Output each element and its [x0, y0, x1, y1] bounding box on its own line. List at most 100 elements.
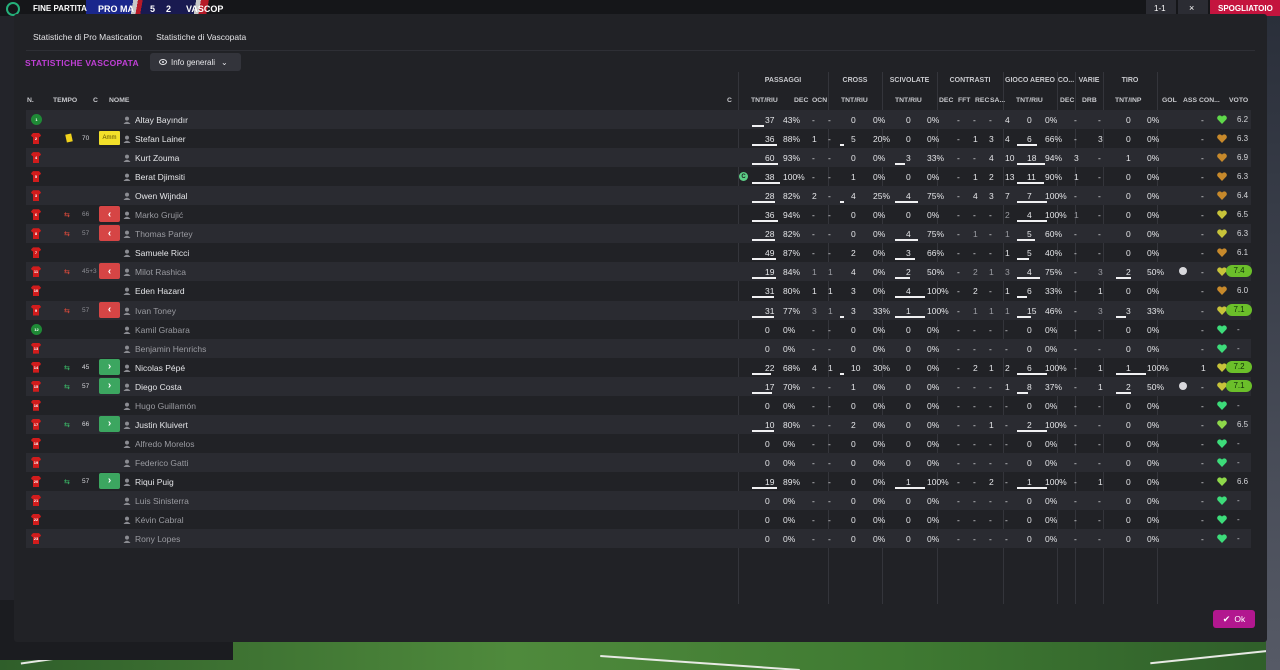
tab-vascopata[interactable]: Statistiche di Vascopata: [149, 28, 254, 51]
col-aer-tnt[interactable]: TNT/RIU: [1016, 97, 1043, 104]
col-pass-ocn[interactable]: OCN: [812, 97, 827, 104]
player-name[interactable]: Alfredo Morelos: [135, 439, 195, 449]
table-row[interactable]: 11 ⇆ 45+3 ‹ Milot Rashica 19 84% 1 1 4 0% 2 50% -2 1 3 4…: [26, 262, 1252, 282]
table-row[interactable]: 21 Luis Sinisterra 0 0% - - 0 0% 0 0% - - - - 0 0% - - 0 0%…: [26, 491, 1251, 510]
shirt-number: 20: [33, 478, 39, 484]
stat-sp: 0%: [927, 115, 940, 125]
player-name[interactable]: Diego Costa: [135, 382, 182, 392]
player-name[interactable]: Kurt Zouma: [135, 153, 179, 163]
table-row[interactable]: 7 Samuele Ricci 49 87% - -2 0% 3 66% - - -1 5 40% - -0 0…: [26, 243, 1251, 262]
player-name[interactable]: Rony Lopes: [135, 534, 180, 544]
player-name[interactable]: Kévin Cabral: [135, 515, 184, 525]
col-ass[interactable]: ASS: [1183, 97, 1197, 104]
rating-value: -: [1237, 438, 1240, 448]
stat-rec: 3: [989, 191, 994, 202]
col-con-sa[interactable]: SA...: [990, 97, 1005, 104]
shirt-icon: 18: [31, 437, 41, 449]
player-name[interactable]: Luis Sinisterra: [135, 496, 189, 506]
col-con-fft[interactable]: FFT: [958, 97, 970, 104]
table-row[interactable]: 17 ⇆ 66 › Justin Kluivert 10 80% - -2 0% 0 0% - -1-2 1…: [26, 414, 1251, 434]
stat-bar: [752, 391, 772, 394]
stat-sa: -: [1005, 476, 1008, 487]
player-name[interactable]: Ivan Toney: [135, 306, 176, 316]
table-row[interactable]: 22 Kévin Cabral 0 0% - - 0 0% 0 0% - - - - 0 0% - - 0 0% - -: [26, 510, 1251, 529]
stat-ct: 0: [851, 400, 856, 411]
table-row[interactable]: 18 Alfredo Morelos 0 0% - - 0 0% 0 0% - - - - 0 0% - - 0 0%…: [26, 434, 1251, 453]
table-row[interactable]: 19 Federico Gatti 0 0% - - 0 0% 0 0% - - - - 0 0% - - 0 0% -…: [26, 452, 1251, 472]
player-name[interactable]: Nicolas Pépé: [135, 363, 185, 373]
table-row[interactable]: 3 Owen Wijndal 28 82% 2-4 25% 4 75% -4 3 7 7 100% - -0…: [26, 186, 1251, 206]
stat-pt: 38: [765, 172, 775, 183]
col-n[interactable]: N.: [27, 97, 34, 104]
col-c2[interactable]: C: [727, 97, 732, 104]
stat-pp: 0%: [783, 515, 796, 526]
tab-pro-mastication[interactable]: Statistiche di Pro Mastication: [26, 28, 149, 51]
col-cross-tnt[interactable]: TNT/RIU: [841, 97, 868, 104]
stat-ap: 66%: [1045, 134, 1063, 145]
stat-rec: -: [989, 343, 992, 354]
table-row[interactable]: 20 ⇆ 57 › Riqui Puig 19 89% - -0 0% 1 100% - -2-1 100%…: [26, 472, 1251, 491]
table-row[interactable]: 23 Rony Lopes 0 0% - - 0 0% 0 0% - - - - 0 0% - - 0 0% - -: [26, 529, 1251, 549]
col-tempo[interactable]: TEMPO: [53, 97, 77, 104]
col-nome[interactable]: NOME: [109, 97, 129, 104]
col-pass-dec[interactable]: DEC: [794, 97, 808, 104]
player-name[interactable]: Kamil Grabara: [135, 325, 190, 335]
table-row[interactable]: 10 Eden Hazard 31 80% 1 1 3 0% 4 100% -2-1 6 33% -1 0 0…: [26, 281, 1251, 300]
player-name[interactable]: Altay Bayındır: [135, 115, 188, 125]
col-con[interactable]: CON...: [1199, 97, 1220, 104]
minute-label: 57: [82, 230, 90, 238]
col-var-drb[interactable]: DRB: [1082, 97, 1097, 104]
info-dropdown[interactable]: Info generali ⌄: [150, 53, 241, 71]
stat-tp: 0%: [1147, 534, 1160, 545]
stat-at: 6: [1027, 134, 1032, 145]
player-name[interactable]: Owen Wijndal: [135, 191, 187, 201]
table-row[interactable]: 12 Kamil Grabara 0 0% - - 0 0% 0 0% - - - - 0 0% - - 0 0% - -: [26, 320, 1251, 339]
player-name[interactable]: Hugo Guillamón: [135, 401, 196, 411]
player-name[interactable]: Eden Hazard: [135, 286, 185, 296]
table-row[interactable]: 6 ⇆ 66 ‹ Marko Grujić 36 94% - -0 0% 0 0% - - -2 4 100% 1…: [26, 205, 1251, 224]
stat-st: 2: [906, 267, 911, 278]
stat-st: 0: [906, 534, 911, 545]
col-voto[interactable]: VOTO: [1229, 97, 1248, 104]
table-row[interactable]: 15 ⇆ 57 › Diego Costa 17 70% - -1 0% 0 0% - - -1 8 37% -1…: [26, 376, 1252, 396]
table-row[interactable]: 13 Benjamin Henrichs 0 0% - - 0 0% 0 0% - - - - 0 0% - - 0…: [26, 338, 1251, 358]
col-c[interactable]: C: [93, 97, 98, 104]
player-name[interactable]: Berat Djimsiti: [135, 172, 185, 182]
col-con-dec[interactable]: DEC: [939, 97, 953, 104]
player-name[interactable]: Stefan Lainer: [135, 134, 186, 144]
col-tiro-tnt[interactable]: TNT/INP: [1115, 97, 1141, 104]
player-name[interactable]: Benjamin Henrichs: [135, 344, 206, 354]
col-co-dec[interactable]: DEC: [1060, 97, 1074, 104]
stat-tp: 0%: [1147, 229, 1160, 240]
player-name[interactable]: Thomas Partey: [135, 229, 193, 239]
table-row[interactable]: 14 ⇆ 45 › Nicolas Pépé 22 68% 4 1 10 30% 0 0% -2 1 2 6 10…: [26, 358, 1252, 377]
player-name[interactable]: Marko Grujić: [135, 210, 183, 220]
stat-at: 0: [1027, 343, 1032, 354]
stat-ap: 0%: [1045, 496, 1058, 506]
table-row[interactable]: 16 Hugo Guillamón 0 0% - - 0 0% 0 0% - - - - 0 0% - - 0 0% -…: [26, 396, 1251, 415]
stat-pd: -: [812, 343, 815, 354]
player-name[interactable]: Milot Rashica: [135, 267, 186, 277]
table-row[interactable]: 9 ⇆ 57 ‹ Ivan Toney 31 77% 3 1 3 33% 1 100% -1 1 1 15 46%…: [26, 300, 1252, 320]
stat-ass: -: [1201, 286, 1204, 297]
table-row[interactable]: 1 Altay Bayındır 37 43% - - 0 0% 0 0% - - - 4 0 0% - - 0 0%…: [26, 110, 1251, 129]
ok-button[interactable]: ✔ Ok: [1213, 610, 1255, 628]
table-row[interactable]: 2 70 Amm Stefan Lainer 36 88% 1-5 20% 0 0% -1 3 4 6 66…: [26, 129, 1251, 148]
table-row[interactable]: 4 Kurt Zouma 60 93% - -0 0% 3 33% - -4 10 18 94% 3-1 0%…: [26, 148, 1251, 168]
player-name[interactable]: Justin Kluivert: [135, 420, 188, 430]
col-gol[interactable]: GOL: [1162, 97, 1177, 104]
player-name[interactable]: Samuele Ricci: [135, 248, 189, 258]
player-name[interactable]: Riqui Puig: [135, 477, 174, 487]
shirt-number: 1: [35, 117, 38, 122]
col-sciv-tnt[interactable]: TNT/RIU: [895, 97, 922, 104]
stat-sp: 0%: [927, 515, 940, 526]
table-row[interactable]: 5 Berat Djimsiti C 38 100% - -1 0% 0 0% -1 2 13 11 90%…: [26, 167, 1251, 186]
shirt-icon: 3: [31, 190, 41, 202]
chevron-left-icon: ‹: [107, 208, 112, 220]
table-row[interactable]: 8 ⇆ 57 ‹ Thomas Partey 28 82% - -0 0% 4 75% -1-1 5 60%…: [26, 224, 1251, 244]
col-pass-tnt[interactable]: TNT/RIU: [751, 97, 778, 104]
person-icon: [123, 364, 131, 372]
col-con-rec[interactable]: REC: [975, 97, 989, 104]
stat-tt: 0: [1126, 210, 1131, 221]
player-name[interactable]: Federico Gatti: [135, 458, 188, 468]
